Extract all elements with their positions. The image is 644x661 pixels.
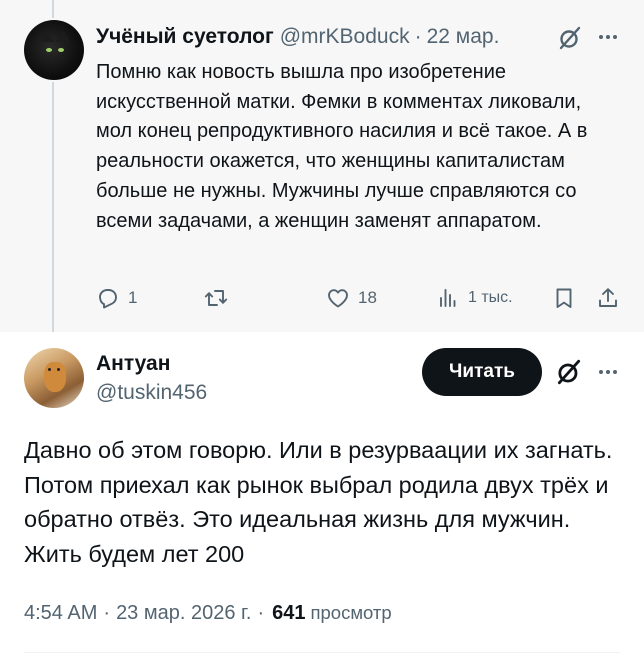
share-button[interactable] xyxy=(596,284,620,312)
reply-author-avatar[interactable] xyxy=(24,348,84,408)
parent-tweet-text: Помню как новость вышла про изобретение … xyxy=(96,61,588,232)
retweet-button[interactable] xyxy=(204,284,228,312)
tweet-date[interactable]: 23 мар. 2026 г. xyxy=(116,602,251,625)
avatar-cat-eye xyxy=(58,48,64,52)
parent-tweet-actions: 1 18 1 тыс. xyxy=(96,284,626,312)
views-button[interactable]: 1 тыс. xyxy=(436,284,513,312)
views-icon xyxy=(440,289,456,307)
divider xyxy=(24,652,620,653)
parent-author-name[interactable]: Учёный суетолог xyxy=(96,25,274,49)
thread-line-top xyxy=(52,0,54,18)
grok-icon[interactable] xyxy=(555,358,583,386)
more-options-icon[interactable] xyxy=(595,24,621,50)
bookmark-icon xyxy=(556,288,572,308)
parent-tweet-date[interactable]: 22 мар. xyxy=(427,25,500,49)
follow-button[interactable]: Читать xyxy=(422,348,542,396)
avatar-cat-ear xyxy=(56,30,70,42)
thread-line xyxy=(52,82,54,332)
meta-separator: · xyxy=(103,601,111,624)
avatar-cat-ear xyxy=(40,30,54,42)
more-options-icon[interactable] xyxy=(595,359,621,385)
header-separator: · xyxy=(414,25,422,48)
reply-count: 1 xyxy=(128,288,138,307)
avatar-cat xyxy=(44,362,66,392)
reply-author-name[interactable]: Антуан xyxy=(96,352,170,376)
reply-button[interactable]: 1 xyxy=(96,284,137,312)
retweet-icon xyxy=(204,290,228,306)
parent-author-avatar[interactable] xyxy=(24,20,84,80)
bookmark-button[interactable] xyxy=(552,284,576,312)
tweet-time[interactable]: 4:54 AM xyxy=(24,602,97,625)
views-count: 1 тыс. xyxy=(468,289,513,306)
parent-tweet-header: Учёный суетолог @mrKBoduck · 22 мар. xyxy=(96,24,499,50)
tweet-meta: 4:54 AM · 23 мар. 2026 г. · 641 просмотр xyxy=(24,600,392,626)
parent-author-handle[interactable]: @mrKBoduck xyxy=(280,25,410,49)
views-label: просмотр xyxy=(310,602,392,623)
reply-author-handle[interactable]: @tuskin456 xyxy=(96,381,207,405)
meta-separator: · xyxy=(257,601,265,624)
share-icon xyxy=(599,288,617,307)
grok-icon[interactable] xyxy=(557,25,583,51)
like-button[interactable]: 18 xyxy=(326,284,377,312)
like-count: 18 xyxy=(358,288,377,307)
reply-tweet-text: Давно об этом говорю. Или в резурваации … xyxy=(24,437,613,567)
parent-tweet[interactable]: Учёный суетолог @mrKBoduck · 22 мар. Пом… xyxy=(0,0,644,332)
views-number: 641 xyxy=(272,601,306,624)
avatar-cat-eye xyxy=(46,48,52,52)
reply-icon xyxy=(99,289,117,309)
heart-icon xyxy=(328,289,348,308)
